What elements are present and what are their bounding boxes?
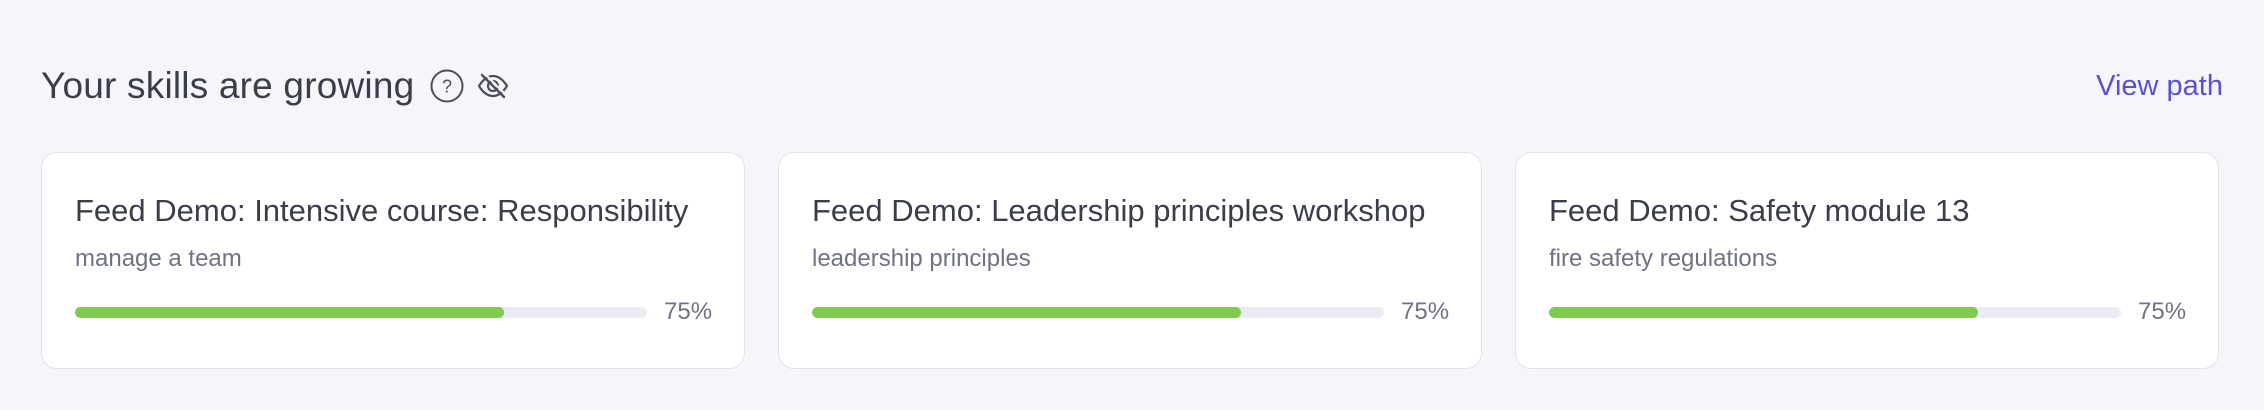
progress-bar bbox=[75, 306, 647, 318]
card-skill: manage a team bbox=[75, 245, 242, 272]
skill-card[interactable]: Feed Demo: Leadership principles worksho… bbox=[778, 152, 1482, 369]
skill-card[interactable]: Feed Demo: Intensive course: Responsibil… bbox=[41, 152, 745, 369]
card-title: Feed Demo: Safety module 13 bbox=[1549, 193, 1970, 228]
card-skill: leadership principles bbox=[812, 245, 1031, 272]
progress-label: 75% bbox=[2138, 298, 2187, 325]
card-skill: fire safety regulations bbox=[1549, 245, 1778, 272]
view-path-link[interactable]: View path bbox=[2096, 70, 2223, 103]
skill-cards: Feed Demo: Intensive course: Responsibil… bbox=[41, 152, 2219, 369]
progress-label: 75% bbox=[1401, 298, 1450, 325]
card-title: Feed Demo: Leadership principles worksho… bbox=[812, 193, 1426, 228]
progress-label: 75% bbox=[664, 298, 713, 325]
question-circle-icon[interactable]: ? bbox=[428, 67, 466, 105]
progress-fill bbox=[75, 306, 504, 318]
progress-bar bbox=[812, 306, 1384, 318]
section-title: Your skills are growing bbox=[41, 65, 415, 106]
skills-section: Your skills are growing ? View path Feed… bbox=[0, 0, 2264, 410]
section-header: Your skills are growing ? View path bbox=[41, 58, 2223, 114]
progress-row: 75% bbox=[75, 298, 713, 326]
progress-fill bbox=[812, 306, 1241, 318]
progress-row: 75% bbox=[812, 298, 1450, 326]
eye-off-icon[interactable] bbox=[474, 67, 512, 105]
skill-card[interactable]: Feed Demo: Safety module 13 fire safety … bbox=[1515, 152, 2219, 369]
progress-row: 75% bbox=[1549, 298, 2187, 326]
svg-text:?: ? bbox=[442, 77, 452, 97]
progress-bar bbox=[1549, 306, 2121, 318]
title-group: Your skills are growing ? bbox=[41, 65, 512, 107]
card-title: Feed Demo: Intensive course: Responsibil… bbox=[75, 193, 689, 228]
progress-fill bbox=[1549, 306, 1978, 318]
